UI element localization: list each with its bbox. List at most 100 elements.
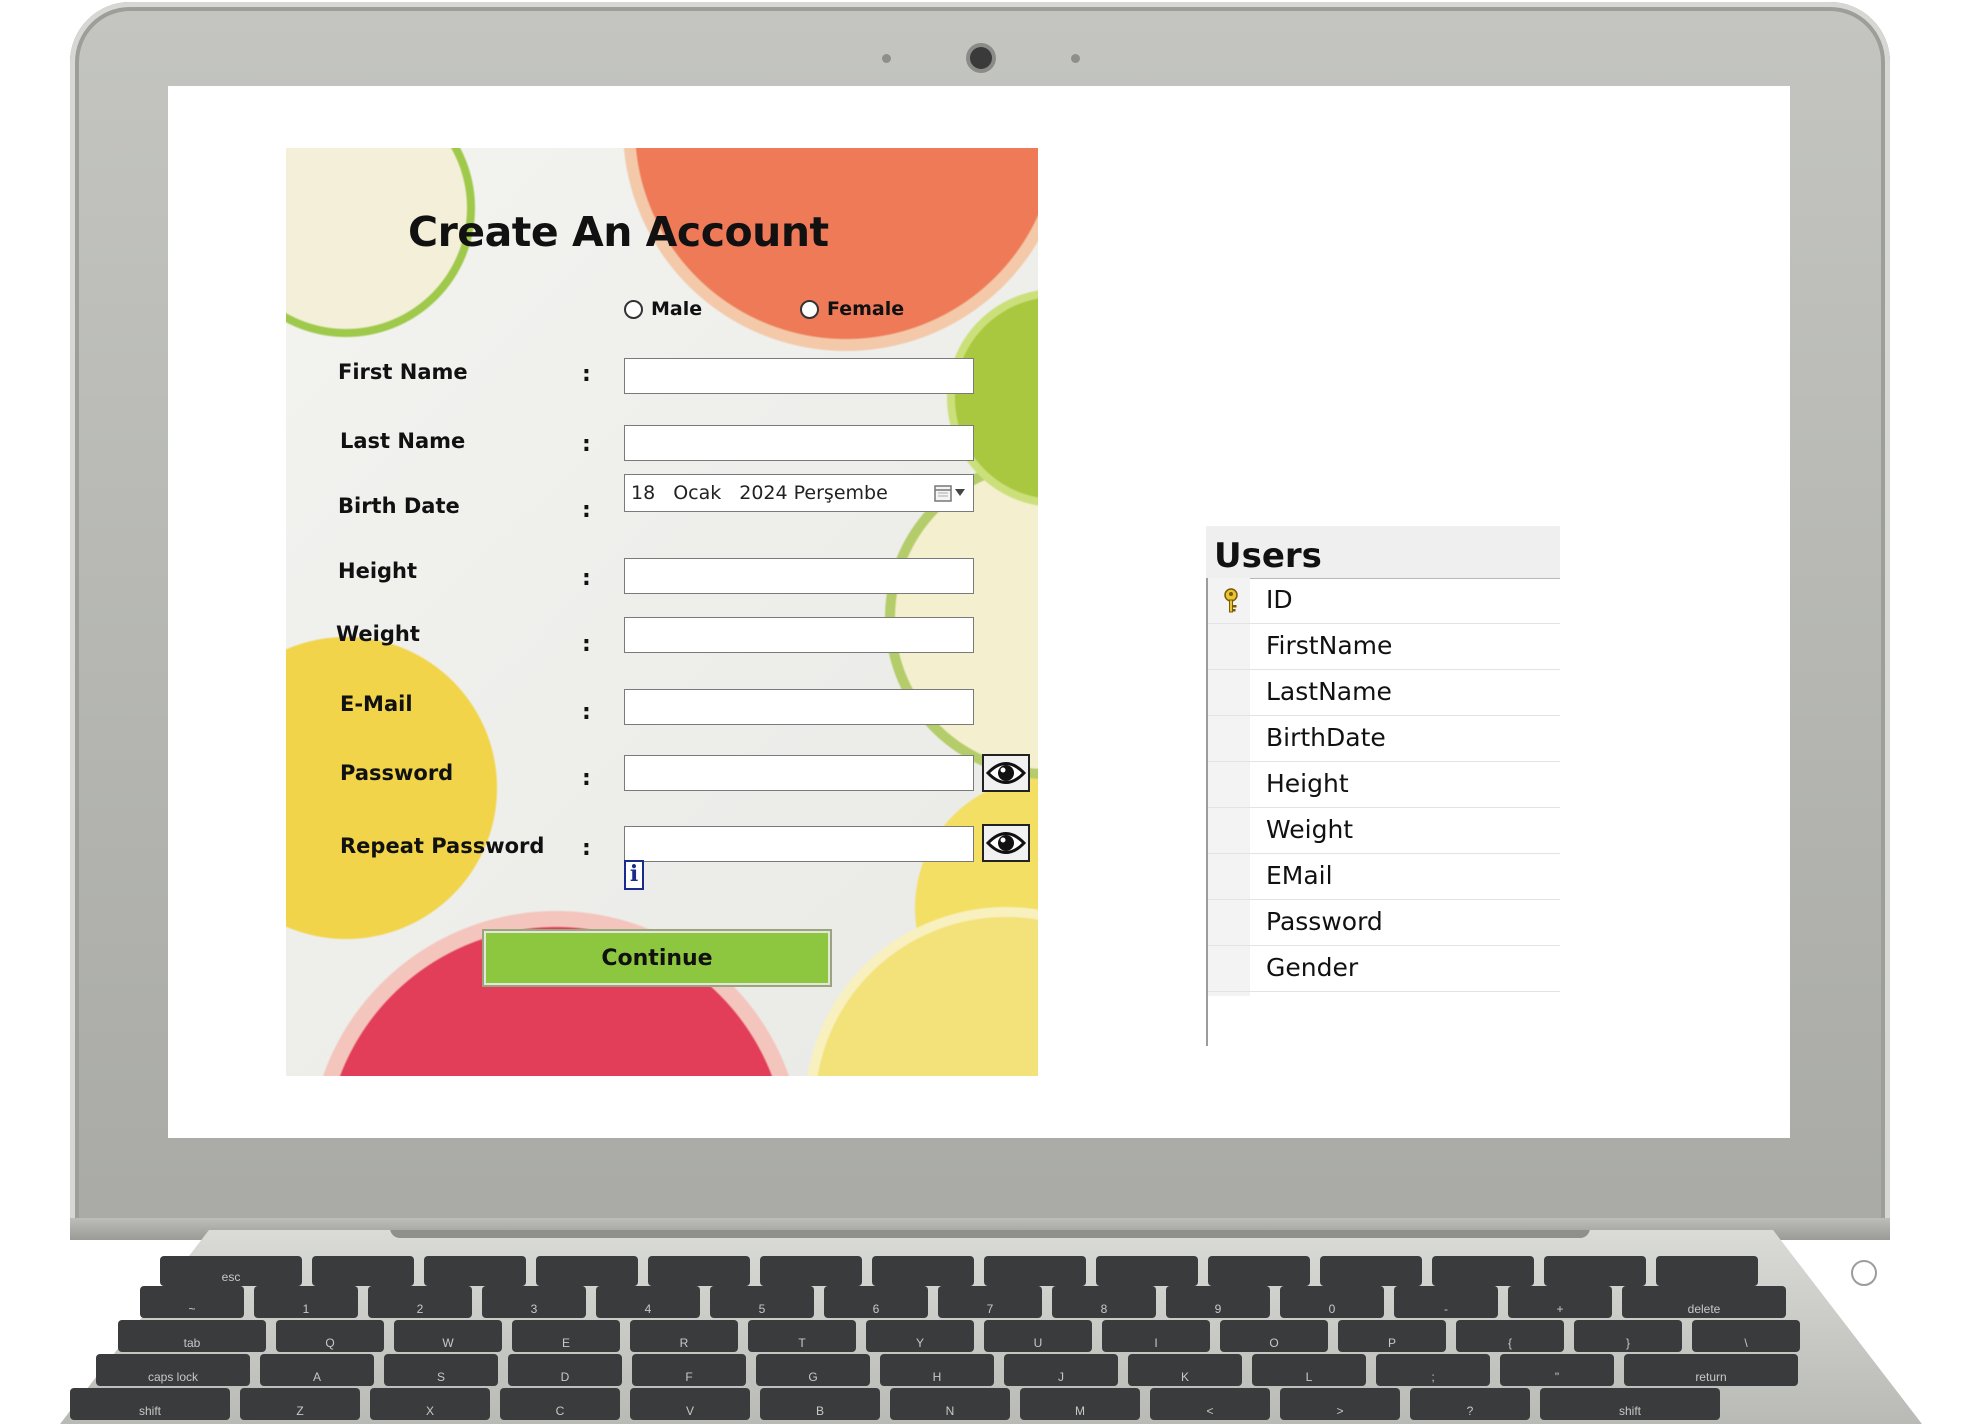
keyboard-key[interactable]: 9 xyxy=(1166,1286,1270,1318)
last-name-input[interactable] xyxy=(624,425,974,461)
info-icon[interactable]: i xyxy=(624,860,644,890)
keyboard-key[interactable]: \ xyxy=(1692,1320,1800,1352)
keyboard-key[interactable]: 6 xyxy=(824,1286,928,1318)
keyboard-key[interactable]: 1 xyxy=(254,1286,358,1318)
keyboard-key[interactable]: S xyxy=(384,1354,498,1386)
password-input[interactable] xyxy=(624,755,974,791)
weight-input[interactable] xyxy=(624,617,974,653)
keyboard-key[interactable]: H xyxy=(880,1354,994,1386)
keyboard-key[interactable] xyxy=(536,1256,638,1286)
keyboard-key[interactable]: 4 xyxy=(596,1286,700,1318)
keyboard-key[interactable]: 5 xyxy=(710,1286,814,1318)
form-title: Create An Account xyxy=(408,208,829,256)
keyboard-key[interactable] xyxy=(1096,1256,1198,1286)
label-height: Height xyxy=(338,559,418,583)
column-row-lastname[interactable]: LastName xyxy=(1208,670,1560,716)
keyboard-key[interactable] xyxy=(1320,1256,1422,1286)
keyboard-key[interactable]: shift xyxy=(1540,1388,1720,1420)
birth-date-picker[interactable]: 18 Ocak 2024 Perşembe xyxy=(624,474,974,512)
show-repeat-password-button[interactable] xyxy=(982,824,1030,862)
keyboard-key[interactable] xyxy=(312,1256,414,1286)
mic-dot-left xyxy=(882,54,891,63)
keyboard-key[interactable] xyxy=(648,1256,750,1286)
keyboard-key[interactable]: K xyxy=(1128,1354,1242,1386)
keyboard-key[interactable]: V xyxy=(630,1388,750,1420)
keyboard-key[interactable]: A xyxy=(260,1354,374,1386)
keyboard-key[interactable]: " xyxy=(1500,1354,1614,1386)
keyboard-key[interactable]: N xyxy=(890,1388,1010,1420)
column-name: Password xyxy=(1266,907,1383,936)
keyboard-key[interactable]: 7 xyxy=(938,1286,1042,1318)
keyboard-key[interactable] xyxy=(1544,1256,1646,1286)
keyboard-key[interactable]: R xyxy=(630,1320,738,1352)
radio-circle-icon[interactable] xyxy=(800,299,819,319)
column-row-id[interactable]: ID xyxy=(1208,578,1560,624)
keyboard-key[interactable]: { xyxy=(1456,1320,1564,1352)
repeat-password-input[interactable] xyxy=(624,826,974,862)
keyboard-key[interactable]: > xyxy=(1280,1388,1400,1420)
keyboard-key[interactable]: P xyxy=(1338,1320,1446,1352)
keyboard-key[interactable] xyxy=(872,1256,974,1286)
keyboard-key[interactable]: X xyxy=(370,1388,490,1420)
keyboard-key[interactable]: T xyxy=(748,1320,856,1352)
keyboard-key[interactable]: ~ xyxy=(140,1286,244,1318)
keyboard-key[interactable]: I xyxy=(1102,1320,1210,1352)
keyboard-key[interactable]: 3 xyxy=(482,1286,586,1318)
column-row-email[interactable]: EMail xyxy=(1208,854,1560,900)
keyboard-key[interactable]: shift xyxy=(70,1388,230,1420)
keyboard-key[interactable]: B xyxy=(760,1388,880,1420)
keyboard-key[interactable]: ? xyxy=(1410,1388,1530,1420)
column-row-height[interactable]: Height xyxy=(1208,762,1560,808)
keyboard-key[interactable] xyxy=(424,1256,526,1286)
show-password-button[interactable] xyxy=(982,754,1030,792)
birth-date-month: Ocak xyxy=(673,482,722,504)
radio-male[interactable]: Male xyxy=(624,298,702,320)
keyboard-key[interactable]: E xyxy=(512,1320,620,1352)
email-input[interactable] xyxy=(624,689,974,725)
column-row-password[interactable]: Password xyxy=(1208,900,1560,946)
keyboard-key[interactable]: ; xyxy=(1376,1354,1490,1386)
keyboard-key[interactable] xyxy=(760,1256,862,1286)
keyboard-key[interactable]: 0 xyxy=(1280,1286,1384,1318)
keyboard-key[interactable]: esc xyxy=(160,1256,302,1286)
keyboard-key[interactable]: Q xyxy=(276,1320,384,1352)
column-row-gender[interactable]: Gender xyxy=(1208,946,1560,992)
keyboard-key[interactable]: J xyxy=(1004,1354,1118,1386)
keyboard-key[interactable]: caps lock xyxy=(96,1354,250,1386)
keyboard-key[interactable]: Z xyxy=(240,1388,360,1420)
keyboard-key[interactable]: } xyxy=(1574,1320,1682,1352)
keyboard-key[interactable]: L xyxy=(1252,1354,1366,1386)
keyboard-key[interactable]: < xyxy=(1150,1388,1270,1420)
radio-circle-icon[interactable] xyxy=(624,299,643,319)
keyboard-key[interactable]: C xyxy=(500,1388,620,1420)
keyboard-key[interactable]: return xyxy=(1624,1354,1798,1386)
radio-female-label: Female xyxy=(827,298,905,320)
keyboard-key[interactable]: F xyxy=(632,1354,746,1386)
keyboard-key[interactable]: + xyxy=(1508,1286,1612,1318)
keyboard-key[interactable]: M xyxy=(1020,1388,1140,1420)
keyboard-key[interactable]: 8 xyxy=(1052,1286,1156,1318)
keyboard-key[interactable] xyxy=(1432,1256,1534,1286)
keyboard-key[interactable]: Y xyxy=(866,1320,974,1352)
keyboard-key[interactable] xyxy=(984,1256,1086,1286)
keyboard-key[interactable] xyxy=(1208,1256,1310,1286)
keyboard-key[interactable]: 2 xyxy=(368,1286,472,1318)
height-input[interactable] xyxy=(624,558,974,594)
continue-button[interactable]: Continue xyxy=(484,931,830,985)
keyboard-key[interactable]: O xyxy=(1220,1320,1328,1352)
keyboard-key[interactable]: U xyxy=(984,1320,1092,1352)
keyboard-key[interactable]: G xyxy=(756,1354,870,1386)
column-row-weight[interactable]: Weight xyxy=(1208,808,1560,854)
keyboard-key[interactable]: - xyxy=(1394,1286,1498,1318)
first-name-input[interactable] xyxy=(624,358,974,394)
keyboard-key[interactable]: W xyxy=(394,1320,502,1352)
keyboard-row-qwerty: tab Q W E R T Y U I O P {} \ xyxy=(118,1320,1800,1352)
keyboard-key[interactable]: delete xyxy=(1622,1286,1786,1318)
calendar-dropdown-button[interactable] xyxy=(934,484,965,502)
column-row-firstname[interactable]: FirstName xyxy=(1208,624,1560,670)
keyboard-key[interactable]: D xyxy=(508,1354,622,1386)
radio-female[interactable]: Female xyxy=(800,298,904,320)
keyboard-key[interactable] xyxy=(1656,1256,1758,1286)
column-row-birthdate[interactable]: BirthDate xyxy=(1208,716,1560,762)
keyboard-key[interactable]: tab xyxy=(118,1320,266,1352)
